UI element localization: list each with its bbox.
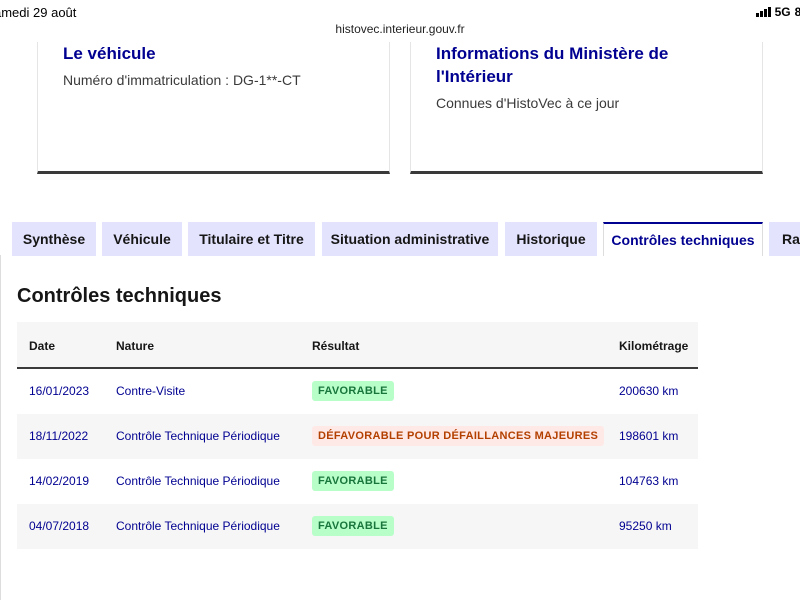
row-date: 14/02/2019 bbox=[29, 474, 90, 488]
header-date: Date bbox=[29, 339, 56, 353]
row-mileage: 198601 km bbox=[619, 429, 679, 443]
status-indicators: 5G 84 bbox=[755, 5, 800, 19]
result-badge: FAVORABLE bbox=[312, 471, 394, 491]
table-header: Date Nature Résultat Kilométrage bbox=[17, 322, 698, 369]
status-bar: amedi 29 août 5G 84 bbox=[0, 0, 800, 24]
tab-controles-techniques[interactable]: Contrôles techniques bbox=[603, 222, 763, 256]
header-nature: Nature bbox=[116, 339, 155, 353]
row-mileage: 95250 km bbox=[619, 519, 672, 533]
row-mileage: 104763 km bbox=[619, 474, 679, 488]
result-badge: FAVORABLE bbox=[312, 381, 394, 401]
vehicle-card-subtitle: Numéro d'immatriculation : DG-1**-CT bbox=[63, 72, 301, 88]
header-mileage: Kilométrage bbox=[619, 339, 689, 353]
vehicle-card-title[interactable]: Le véhicule bbox=[63, 42, 156, 65]
signal-icon bbox=[755, 7, 771, 17]
tab-historique[interactable]: Historique bbox=[505, 222, 597, 256]
table-row: 04/07/2018 Contrôle Technique Périodique… bbox=[17, 504, 698, 549]
header-result: Résultat bbox=[312, 339, 360, 353]
ministry-card: Informations du Ministère de l'Intérieur… bbox=[410, 42, 763, 174]
tab-rapport[interactable]: Rap bbox=[769, 222, 800, 256]
tab-titulaire-titre[interactable]: Titulaire et Titre bbox=[188, 222, 315, 256]
tab-synthese[interactable]: Synthèse bbox=[12, 222, 96, 256]
battery-level: 84 bbox=[794, 5, 800, 19]
section-title: Contrôles techniques bbox=[17, 285, 222, 307]
result-badge: DÉFAVORABLE POUR DÉFAILLANCES MAJEURES bbox=[312, 426, 605, 446]
table-row: 16/01/2023 Contre-Visite FAVORABLE 20063… bbox=[17, 369, 698, 414]
row-mileage: 200630 km bbox=[619, 384, 679, 398]
vehicle-card: Le véhicule Numéro d'immatriculation : D… bbox=[37, 42, 390, 174]
tab-bar: Synthèse Véhicule Titulaire et Titre Sit… bbox=[0, 222, 800, 256]
row-nature: Contrôle Technique Périodique bbox=[116, 429, 280, 443]
tab-panel: Contrôles techniques Date Nature Résulta… bbox=[0, 255, 800, 600]
ministry-card-subtitle: Connues d'HistoVec à ce jour bbox=[436, 95, 620, 111]
result-badge: FAVORABLE bbox=[312, 516, 394, 536]
table-row: 18/11/2022 Contrôle Technique Périodique… bbox=[17, 414, 698, 459]
row-nature: Contre-Visite bbox=[116, 384, 186, 398]
address-bar[interactable]: histovec.interieur.gouv.fr bbox=[0, 22, 800, 42]
row-date: 16/01/2023 bbox=[29, 384, 90, 398]
row-nature: Contrôle Technique Périodique bbox=[116, 474, 280, 488]
table-row: 14/02/2019 Contrôle Technique Périodique… bbox=[17, 459, 698, 504]
tab-vehicule[interactable]: Véhicule bbox=[102, 222, 182, 256]
url-text: histovec.interieur.gouv.fr bbox=[335, 22, 465, 36]
row-nature: Contrôle Technique Périodique bbox=[116, 519, 280, 533]
inspections-table: Date Nature Résultat Kilométrage 16/01/2… bbox=[17, 322, 698, 549]
row-date: 04/07/2018 bbox=[29, 519, 90, 533]
status-date: amedi 29 août bbox=[0, 5, 77, 20]
network-type: 5G bbox=[774, 5, 791, 19]
ministry-card-title[interactable]: Informations du Ministère de l'Intérieur bbox=[436, 42, 736, 88]
row-date: 18/11/2022 bbox=[29, 429, 89, 443]
tab-situation-administrative[interactable]: Situation administrative bbox=[322, 222, 498, 256]
